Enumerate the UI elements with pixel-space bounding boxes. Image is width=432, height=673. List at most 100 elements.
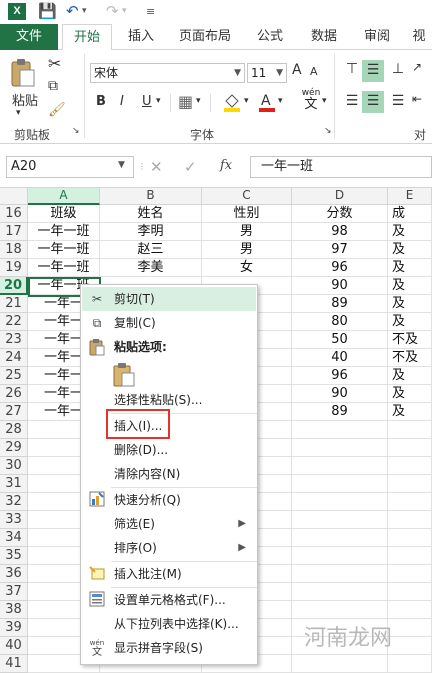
tab-review[interactable]: 审阅: [354, 24, 400, 50]
bold-button[interactable]: B: [96, 94, 106, 109]
italic-button[interactable]: I: [120, 94, 124, 109]
row-header[interactable]: 40: [0, 637, 28, 655]
redo-icon[interactable]: ↷: [106, 3, 119, 20]
grid-cell[interactable]: [292, 565, 388, 583]
grid-cell[interactable]: 及: [388, 295, 432, 313]
grid-cell[interactable]: [388, 637, 432, 655]
grid-cell[interactable]: 分数: [292, 205, 388, 223]
row-header[interactable]: 29: [0, 439, 28, 457]
grid-cell[interactable]: 90: [292, 277, 388, 295]
grid-cell[interactable]: [292, 457, 388, 475]
align-top-icon[interactable]: ⊤: [342, 60, 362, 80]
grid-cell[interactable]: 班级: [28, 205, 100, 223]
grid-cell[interactable]: 姓名: [100, 205, 202, 223]
row-header[interactable]: 16: [0, 205, 28, 223]
font-color-icon[interactable]: A: [258, 92, 276, 112]
row-header[interactable]: 35: [0, 547, 28, 565]
column-header-c[interactable]: C: [202, 188, 292, 205]
decrease-font-size-button[interactable]: A: [310, 65, 318, 78]
menu-item-pick-from-list[interactable]: 从下拉列表中选择(K)...: [82, 612, 256, 636]
row-header[interactable]: 24: [0, 349, 28, 367]
grid-cell[interactable]: 及: [388, 241, 432, 259]
grid-cell[interactable]: 及: [388, 259, 432, 277]
tab-home[interactable]: 开始: [62, 24, 112, 51]
grid-cell[interactable]: 及: [388, 313, 432, 331]
name-box-dropdown-icon[interactable]: ▼: [118, 160, 125, 170]
grid-cell[interactable]: [388, 475, 432, 493]
increase-font-size-button[interactable]: A: [292, 62, 302, 78]
row-header[interactable]: 22: [0, 313, 28, 331]
paste-button[interactable]: 粘贴: [8, 90, 42, 109]
tab-data[interactable]: 数据: [300, 24, 348, 50]
confirm-entry-icon[interactable]: ✓: [184, 158, 197, 176]
font-color-dropdown-icon[interactable]: ▾: [278, 96, 283, 106]
select-all-corner[interactable]: [0, 188, 28, 205]
menu-item-cut[interactable]: ✂ 剪切(T): [82, 287, 256, 311]
font-size-combo[interactable]: 11 ▼: [247, 63, 287, 83]
align-center-icon[interactable]: ☰: [362, 91, 384, 113]
insert-function-button[interactable]: fx: [220, 158, 232, 173]
undo-icon[interactable]: ↶: [66, 3, 79, 20]
orientation-icon[interactable]: ↗: [412, 60, 422, 74]
row-header[interactable]: 23: [0, 331, 28, 349]
name-box[interactable]: A20: [6, 156, 134, 178]
grid-cell[interactable]: 89: [292, 403, 388, 421]
paste-default-icon[interactable]: [113, 363, 135, 387]
decrease-indent-icon[interactable]: ⇤: [412, 92, 422, 106]
row-header[interactable]: 25: [0, 367, 28, 385]
undo-dropdown-icon[interactable]: ▾: [82, 3, 87, 20]
tab-page-layout[interactable]: 页面布局: [172, 24, 238, 50]
grid-cell[interactable]: 李美: [100, 259, 202, 277]
cut-icon[interactable]: ✂: [48, 54, 61, 73]
grid-cell[interactable]: 40: [292, 349, 388, 367]
grid-cell[interactable]: 及: [388, 403, 432, 421]
underline-button[interactable]: U: [142, 94, 152, 109]
customize-toolbar-icon[interactable]: ≡: [146, 3, 155, 20]
grid-cell[interactable]: [292, 529, 388, 547]
grid-cell[interactable]: 96: [292, 367, 388, 385]
menu-item-sort[interactable]: 排序(O) ▶: [82, 536, 256, 560]
grid-cell[interactable]: [388, 457, 432, 475]
grid-cell[interactable]: 及: [388, 367, 432, 385]
phonetic-dropdown-icon[interactable]: ▾: [322, 96, 327, 106]
grid-cell[interactable]: 男: [202, 241, 292, 259]
grid-cell[interactable]: [388, 439, 432, 457]
font-launcher-icon[interactable]: ↘: [324, 126, 332, 136]
column-header-b[interactable]: B: [100, 188, 202, 205]
row-header[interactable]: 30: [0, 457, 28, 475]
tab-formulas[interactable]: 公式: [246, 24, 294, 50]
grid-cell[interactable]: 80: [292, 313, 388, 331]
menu-item-filter[interactable]: 筛选(E) ▶: [82, 512, 256, 536]
tab-insert[interactable]: 插入: [117, 24, 165, 50]
row-header[interactable]: 34: [0, 529, 28, 547]
row-header[interactable]: 32: [0, 493, 28, 511]
grid-cell[interactable]: [292, 601, 388, 619]
font-name-combo[interactable]: 宋体 ▼: [90, 63, 245, 83]
grid-cell[interactable]: [292, 511, 388, 529]
grid-cell[interactable]: [292, 475, 388, 493]
row-header[interactable]: 39: [0, 619, 28, 637]
clipboard-launcher-icon[interactable]: ↘: [72, 126, 80, 136]
grid-cell[interactable]: [292, 493, 388, 511]
copy-icon[interactable]: ⧉: [48, 78, 58, 94]
save-icon[interactable]: 💾: [38, 3, 57, 20]
grid-cell[interactable]: [388, 601, 432, 619]
grid-cell[interactable]: 赵三: [100, 241, 202, 259]
menu-item-show-phonetic[interactable]: wén 文 显示拼音字段(S): [82, 636, 256, 660]
formula-input[interactable]: 一年一班: [250, 156, 432, 178]
grid-cell[interactable]: 96: [292, 259, 388, 277]
grid-cell[interactable]: 李明: [100, 223, 202, 241]
grid-cell[interactable]: [292, 583, 388, 601]
grid-cell[interactable]: 不及: [388, 331, 432, 349]
grid-cell[interactable]: [388, 655, 432, 673]
grid-cell[interactable]: [388, 583, 432, 601]
grid-cell[interactable]: 不及: [388, 349, 432, 367]
phonetic-guide-button[interactable]: wén 文: [298, 88, 324, 116]
grid-cell[interactable]: 性别: [202, 205, 292, 223]
align-left-icon[interactable]: ☰: [342, 92, 362, 112]
row-header[interactable]: 33: [0, 511, 28, 529]
grid-cell[interactable]: [388, 511, 432, 529]
fill-color-icon[interactable]: [222, 92, 242, 112]
grid-cell[interactable]: [292, 655, 388, 673]
row-header[interactable]: 36: [0, 565, 28, 583]
